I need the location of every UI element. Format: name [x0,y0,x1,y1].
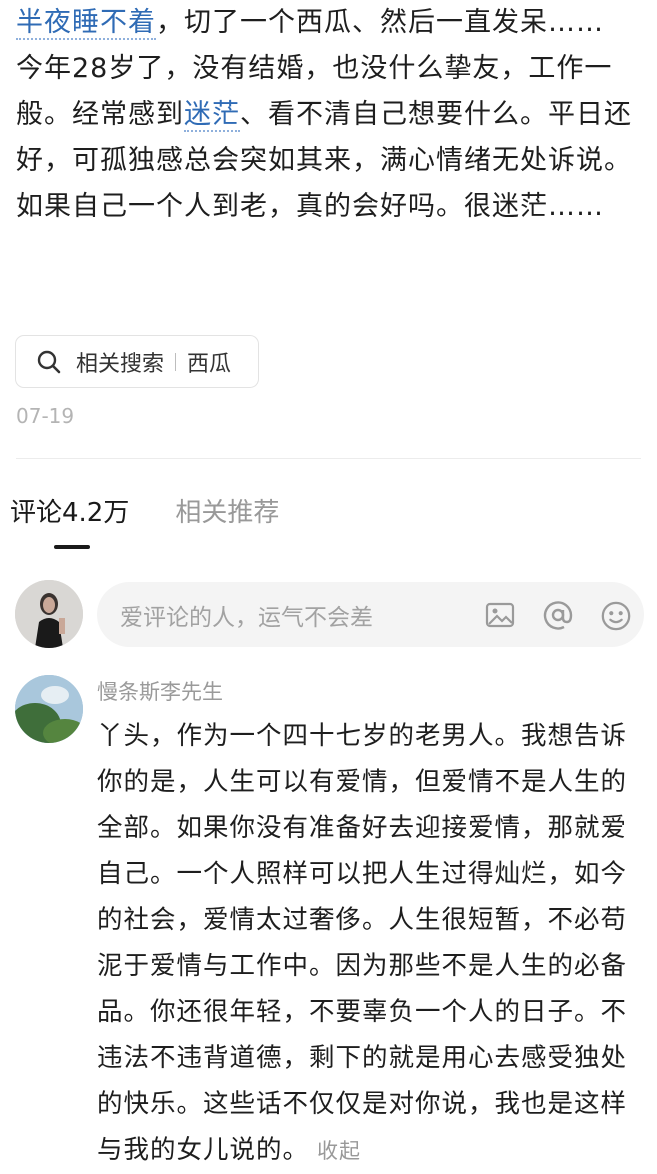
commenter-name[interactable]: 慢条斯李先生 [97,676,223,706]
active-tab-indicator [54,545,90,549]
current-user-avatar[interactable] [15,580,83,648]
tab-comments[interactable]: 评论4.2万 [10,492,129,529]
comment-input-placeholder[interactable]: 爱评论的人，运气不会差 [120,598,484,632]
comment-body: 丫头，作为一个四十七岁的老男人。我想告诉你的是，人生可以有爱情，但爱情不是人生的… [97,721,628,1165]
related-search-label: 相关搜索 [76,351,165,377]
post-paragraph-2: 今年28岁了，没有结婚，也没什么挚友，工作一般。经常感到迷茫、看不清自己想要什么… [16,46,646,230]
emoji-icon[interactable] [600,599,632,631]
keyword-link-midnight[interactable]: 半夜睡不着 [16,7,156,40]
post-text-segment: ，切了一个西瓜、然后一直发呆…… [156,7,604,38]
commenter-avatar[interactable] [15,675,83,743]
comment-input-bar[interactable]: 爱评论的人，运气不会差 [97,582,644,647]
comment-tabs: 评论4.2万 相关推荐 [10,492,325,529]
chip-separator [175,352,177,371]
collapse-button[interactable]: 收起 [317,1139,361,1163]
search-icon [36,349,62,375]
related-search-chip[interactable]: 相关搜索 西瓜 [15,335,259,388]
comment-text: 丫头，作为一个四十七岁的老男人。我想告诉你的是，人生可以有爱情，但爱情不是人生的… [97,713,632,1174]
post-date: 07-19 [16,404,75,428]
post-body: 半夜睡不着，切了一个西瓜、然后一直发呆…… 今年28岁了，没有结婚，也没什么挚友… [16,0,646,230]
tab-related-recommendations[interactable]: 相关推荐 [175,492,279,529]
keyword-link-confused[interactable]: 迷茫 [184,99,240,132]
image-icon[interactable] [484,599,516,631]
related-search-term: 西瓜 [187,351,232,377]
section-divider [16,458,641,459]
at-mention-icon[interactable] [542,599,574,631]
post-paragraph-1: 半夜睡不着，切了一个西瓜、然后一直发呆…… [16,0,646,46]
